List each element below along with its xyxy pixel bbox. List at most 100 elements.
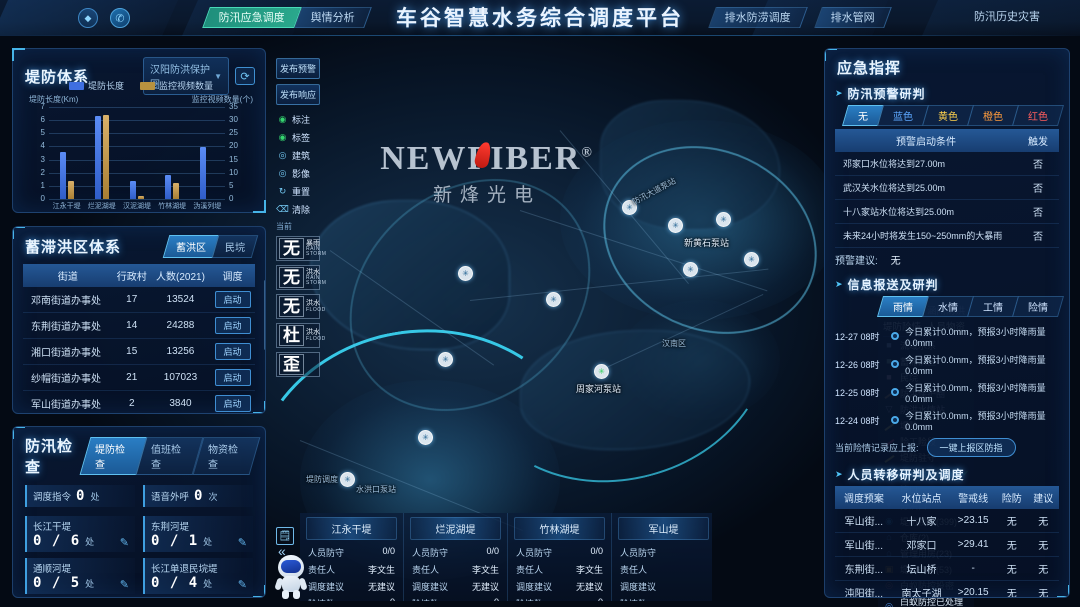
report-row-text: 今日累计0.0mm，预报3小时降雨量0.0mm [905,354,1046,376]
map-layer-toggle-3[interactable]: ◎ 影像 [276,164,320,182]
report-row-0: 12-27 08时 今日累计0.0mm，预报3小时降雨量0.0mm [835,322,1061,350]
map-layer-toggles: ◉ 标注 ◉ 标签 ◎ 建筑 ◎ 影像 ↻ 重置 ⌫ 清除 [276,110,320,218]
dike-card-1[interactable]: 烂泥湖堤人员防守 0/0 责任人 李文生调度建议 无建议险情数 0 [404,513,508,601]
table-row: 武汉关水位将达到25.00m 否 [835,175,1059,200]
report-tab-3[interactable]: 险情 [1011,296,1065,317]
edit-icon[interactable]: ✎ [238,578,247,591]
warning-advice-label: 预警建议: [835,256,878,267]
start-button-3[interactable]: 启动 [214,369,251,386]
map-label: 堤防调度 [306,475,338,484]
map-toolbar: 发布预警 发布响应 ◉ 标注 ◉ 标签 ◎ 建筑 ◎ 影像 ↻ 重置 ⌫ 清除 当前 无暴雨 RAIN … [276,58,326,377]
dike-card-3[interactable]: 军山堤人员防守责任人调度建议险情数 [612,513,712,601]
map-layer-toggle-4[interactable]: ↻ 重置 [276,182,320,200]
map-marker[interactable]: ✳ [668,218,683,233]
edit-icon[interactable]: ✎ [120,578,129,591]
dike-card-row: 调度建议 无建议 [410,578,501,595]
dike-card-row: 险情数 [618,595,709,601]
warning-badge-en: RAIN STORM [306,274,327,287]
publish-warning-button[interactable]: 发布预警 [276,58,320,79]
toggle-on-icon: ◉ [278,131,287,142]
legend-swatch-ant-icon: ◎ [885,600,893,607]
report-tab-0[interactable]: 雨情 [876,296,930,317]
start-button-1[interactable]: 启动 [214,317,251,334]
toggle-on-icon: ◉ [278,113,287,124]
dike-card-title: 竹林湖堤 [514,517,605,540]
inspection-tab-2[interactable]: 物资检查 [192,437,261,475]
start-button-0[interactable]: 启动 [214,291,251,308]
chart-legend-swatch [140,81,155,90]
warning-level-2[interactable]: 黄色 [921,105,975,126]
flood-cell-street: 湘口街道办事处 [23,338,113,365]
map-layer-label: 重置 [292,186,311,197]
warning-level-3[interactable]: 橙色 [966,105,1020,126]
report-upload-button[interactable]: 一键上报区防指 [926,438,1016,457]
map-layer-toggle-5[interactable]: ⌫ 清除 [276,200,320,218]
flood-inspection-panel: 防汛检查 堤防检查 值班检查 物资检查 调度指令 0 处语音外呼 0 次 长江干堤 0 / 6… [12,426,266,598]
flood-cell-action: 启动 [210,338,255,365]
map-marker[interactable]: ✳ [340,472,355,487]
map-marker[interactable]: ✳ [716,212,731,227]
map-layer-toggle-0[interactable]: ◉ 标注 [276,110,320,128]
warning-level-4[interactable]: 红色 [1011,105,1065,126]
map-marker[interactable]: ✳ [744,252,759,267]
flood-cell-people: 13256 [150,338,211,365]
warning-col-1: 触发 [1017,129,1059,152]
assistant-robot-avatar[interactable] [274,555,308,599]
report-tab-2[interactable]: 工情 [966,296,1020,317]
flood-storage-panel: 蓄滞洪区体系 蓄洪区 民垸 街道 行政村 人数(2021) 调度 邓南街道办事处 17 13… [12,226,266,414]
start-button-2[interactable]: 启动 [214,343,251,360]
start-button-4[interactable]: 启动 [214,395,251,412]
chart-ytick-right: 15 [229,154,238,164]
dike-card-row: 调度建议 无建议 [306,578,397,595]
dike-card-key: 调度建议 [516,582,553,592]
map-layer-label: 清除 [292,204,311,215]
transfer-cell-line: - [950,556,997,581]
warning-level-1[interactable]: 蓝色 [876,105,930,126]
warning-cell-trigger: 否 [1017,223,1059,248]
dike-card-key: 人员防守 [412,548,449,558]
transfer-cell-plan: 军山街... [835,509,893,533]
dike-card-2[interactable]: 竹林湖堤人员防守 0/0 责任人 李文生调度建议 无建议险情数 0 [508,513,612,601]
transfer-cell-advice: 无 [1027,509,1059,533]
chart-category-column: 竹林湖堤 [155,107,190,210]
transfer-cell-plan: 东荆街... [835,556,893,581]
watermark-en: NEWFIBER [380,140,582,177]
dike-card-key: 调度建议 [308,582,345,592]
edit-icon[interactable]: ✎ [120,536,129,549]
dike-card-value: 无建议 [471,582,499,592]
flood-tab-0[interactable]: 蓄洪区 [162,235,220,258]
transfer-cell-station: 坛山桥 [892,556,951,581]
nav-tab-history[interactable]: 防汛历史灾害 [958,7,1056,28]
nav-tab-2[interactable]: 排水防涝调度 [708,7,808,28]
nav-tab-3[interactable]: 排水管网 [814,7,892,28]
transfer-cell-station: 十八家 [892,509,951,533]
table-row: 邓家口水位将达到27.00m 否 [835,152,1059,176]
map-marker[interactable]: ✳ [546,292,561,307]
flood-tab-1[interactable]: 民垸 [211,235,259,258]
dike-card-key: 人员防守 [516,548,553,558]
chart-ytick-left: 6 [40,115,45,125]
inspection-tab-label: 物资检查 [207,445,238,471]
inspection-items-grid: 长江干堤 0 / 6 处 ✎ 东荆河堤 0 / 1 处 ✎ 通顺河堤 0 / 5 处 ✎ 长江单退民垸堤… [13,512,265,597]
map-marker[interactable]: ✳ [458,266,473,281]
dike-card-row: 人员防守 0/0 [410,544,501,561]
edit-icon[interactable]: ✎ [238,536,247,549]
map-layer-toggle-1[interactable]: ◉ 标签 [276,128,320,146]
publish-response-button[interactable]: 发布响应 [276,84,320,105]
warning-badge-en: RAIN STORM [306,245,327,258]
chart-legend-swatch [68,81,84,90]
map-marker[interactable]: ✳ [418,430,433,445]
flood-table-scrollbar[interactable] [264,280,265,350]
map-marker[interactable]: ✳ [438,352,453,367]
flood-tab-label: 蓄洪区 [176,243,206,254]
map-marker-active[interactable]: ✳ [594,364,609,379]
report-section-header: ➤ 信息报送及研判 [825,271,1069,296]
dike-card-0[interactable]: 江永干堤人员防守 0/0 责任人 李文生调度建议 无建议险情数 0 [300,513,404,601]
report-foot-label: 当前险情记录应上报: [835,443,919,453]
table-row: 纱帽街道办事处 21 107023 启动 [23,364,255,391]
map-layer-toggle-2[interactable]: ◎ 建筑 [276,146,320,164]
chart-ytick-right: 30 [229,115,238,125]
inspection-item-unit: 处 [203,579,213,589]
report-tab-1[interactable]: 水情 [921,296,975,317]
map-marker[interactable]: ✳ [683,262,698,277]
